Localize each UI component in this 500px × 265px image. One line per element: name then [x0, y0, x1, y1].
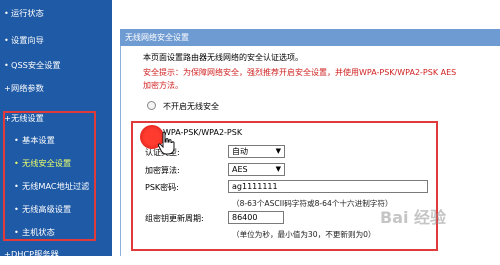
sidebar-item-label: 基本设置 [22, 135, 55, 145]
sidebar-item-label: 无线高级设置 [22, 204, 72, 214]
sidebar-item-mac-filter[interactable]: • 无线MAC地址过滤 [0, 175, 112, 197]
sidebar-item-host-status[interactable]: • 主机状态 [0, 221, 112, 243]
sidebar-item-advanced[interactable]: • 无线高级设置 [0, 198, 112, 220]
psk-password-hint: （8-63个ASCII码字符或8-64个十六进制字符） [232, 199, 393, 208]
sidebar-item-status[interactable]: • 运行状态 [0, 2, 112, 24]
chevron-down-icon: ▼ [275, 147, 281, 155]
sidebar: • 运行状态 • 设置向导 • QSS安全设置 + 网络参数 + 无线设置 • … [0, 0, 112, 259]
sidebar-item-label: 无线设置 [11, 113, 44, 123]
hand-cursor-icon [157, 131, 175, 155]
group-key-renewal-input[interactable]: 86400 [228, 211, 284, 224]
no-security-radio[interactable] [147, 101, 156, 110]
sidebar-item-label: 运行状态 [11, 8, 44, 18]
sidebar-item-label: 网络参数 [11, 83, 44, 93]
security-warning-line2: 加密方法。 [143, 81, 183, 90]
no-security-label: 不开启无线安全 [163, 102, 219, 111]
sidebar-item-label: 设置向导 [11, 35, 44, 45]
chevron-down-icon: ▼ [275, 165, 281, 173]
intro-text: 本页面设置路由器无线网络的安全认证选项。 [143, 53, 303, 62]
group-key-renewal-hint: （单位为秒，最小值为30，不更新则为0） [232, 230, 376, 239]
sidebar-item-network[interactable]: + 网络参数 [0, 77, 112, 99]
page-title: 无线网络安全设置 [120, 29, 500, 46]
sidebar-item-qss[interactable]: • QSS安全设置 [0, 54, 112, 76]
auth-type-select[interactable]: 自动 ▼ [228, 145, 285, 158]
sidebar-item-label: 主机状态 [22, 227, 55, 237]
sidebar-item-label: QSS安全设置 [11, 60, 61, 70]
watermark: Bai 经验 [380, 208, 447, 227]
sidebar-item-wizard[interactable]: • 设置向导 [0, 29, 112, 51]
sidebar-item-label: 无线MAC地址过滤 [22, 181, 90, 191]
group-key-renewal-label: 组密钥更新周期: [145, 214, 204, 223]
sidebar-item-basic[interactable]: • 基本设置 [0, 129, 112, 151]
sidebar-item-wireless[interactable]: + 无线设置 [0, 107, 112, 129]
security-warning-line1: 安全提示：为保障网络安全，强烈推荐开启安全设置，并使用WPA-PSK/WPA2-… [143, 68, 457, 77]
sidebar-item-label: DHCP服务器 [11, 249, 59, 259]
encryption-select[interactable]: AES ▼ [228, 163, 285, 176]
psk-password-input[interactable]: ag1111111 [228, 180, 428, 193]
encryption-label: 加密算法: [145, 166, 180, 175]
sidebar-item-wireless-security[interactable]: • 无线安全设置 [0, 152, 112, 174]
sidebar-item-dhcp[interactable]: + DHCP服务器 [0, 243, 112, 265]
sidebar-item-label: 无线安全设置 [22, 158, 72, 168]
psk-password-label: PSK密码: [145, 183, 179, 192]
